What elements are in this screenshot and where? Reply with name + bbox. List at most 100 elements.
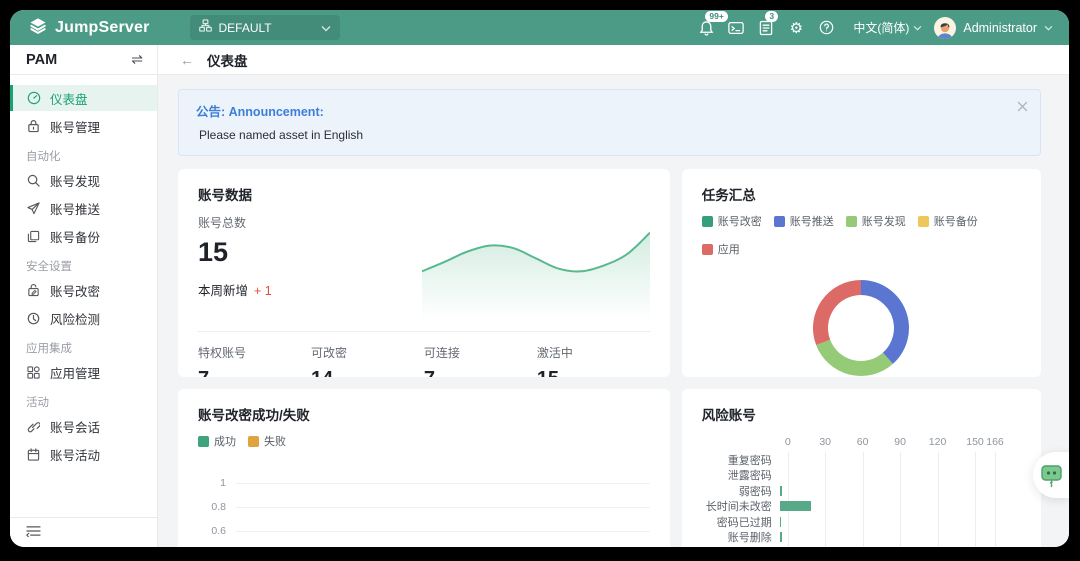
sidebar-section-label: 安全设置 — [10, 251, 157, 275]
weekly-new-delta: + 1 — [254, 284, 272, 298]
x-tick-label: 30 — [819, 436, 831, 448]
risk-bar-track — [780, 501, 995, 511]
sidebar-item-link[interactable]: 账号会话 — [10, 413, 157, 439]
risk-category-label: 长时间未改密 — [702, 498, 780, 514]
stat-label: 特权账号 — [198, 344, 311, 361]
sidebar-item-lock[interactable]: 账号管理 — [10, 113, 157, 139]
sidebar-item-label: 风险检测 — [50, 309, 100, 328]
account-trend-sparkline — [422, 216, 650, 325]
account-stat: 特权账号7 — [198, 344, 311, 377]
gear-icon[interactable]: ⚙ — [783, 15, 809, 41]
avatar — [934, 17, 956, 39]
sidebar-item-calendar[interactable]: 账号活动 — [10, 441, 157, 467]
gridline — [236, 507, 650, 508]
account-stats-row: 特权账号7可改密14可连接 7激活中15 — [198, 344, 650, 377]
gridline — [236, 531, 650, 532]
y-grid-row: 0.8 — [198, 495, 650, 519]
sidebar-item-label: 账号发现 — [50, 171, 100, 190]
jumpserver-logo[interactable]: JumpServer — [28, 15, 150, 40]
legend-swatch — [846, 216, 857, 227]
account-stat: 可改密14 — [311, 344, 424, 377]
announcement-body: Please named asset in English — [196, 128, 1010, 142]
back-arrow-icon[interactable]: ← — [180, 53, 194, 67]
y-tick-label: 1 — [198, 477, 226, 489]
legend-item[interactable]: 成功 — [198, 433, 236, 449]
sidebar-item-label: 应用管理 — [50, 363, 100, 382]
risk-row: 泄露密码 — [702, 468, 1021, 484]
x-tick-label: 90 — [894, 436, 906, 448]
risk-bar-track — [780, 532, 995, 542]
chat-robot-icon — [1040, 462, 1063, 488]
pwd-change-card: 账号改密成功/失败 成功失败 10.80.60.4 — [178, 389, 670, 547]
layers-logo-icon — [28, 15, 48, 40]
legend-item[interactable]: 账号发现 — [846, 213, 906, 229]
legend-label: 账号推送 — [790, 213, 834, 229]
sidebar-item-backup[interactable]: 账号备份 — [10, 223, 157, 249]
sidebar-item-label: 账号改密 — [50, 281, 100, 300]
risk-row: 账号删除 — [702, 530, 1021, 546]
sidebar-item-key-edit[interactable]: 账号改密 — [10, 277, 157, 303]
link-icon — [26, 419, 41, 434]
sidebar-item-apps[interactable]: 应用管理 — [10, 359, 157, 385]
sidebar-item-label: 账号管理 — [50, 117, 100, 136]
legend-item[interactable]: 失败 — [248, 433, 286, 449]
legend-item[interactable]: 应用 — [702, 241, 740, 257]
language-selector[interactable]: 中文(简体) — [853, 19, 922, 36]
sidebar-item-label: 账号推送 — [50, 199, 100, 218]
y-tick-label: 0.8 — [198, 501, 226, 513]
risk-bar-track — [780, 455, 995, 465]
user-menu[interactable]: Administrator — [934, 17, 1053, 39]
page-title: 仪表盘 — [207, 50, 248, 70]
x-tick-label: 120 — [929, 436, 947, 448]
x-tick-label: 166 — [986, 436, 1004, 448]
close-icon[interactable] — [1017, 99, 1029, 111]
legend-label: 成功 — [214, 433, 236, 449]
pwd-change-chart: 10.80.60.4 — [198, 471, 650, 547]
account-total-label: 账号总数 — [198, 214, 272, 231]
switch-view-icon[interactable]: ⇌ — [131, 51, 143, 68]
announcement-banner: 公告: Announcement: Please named asset in … — [178, 89, 1041, 156]
org-selector[interactable]: DEFAULT — [190, 15, 340, 40]
announcement-title: 公告: Announcement: — [196, 101, 1010, 120]
x-tick-label: 150 — [966, 436, 984, 448]
stat-label: 可改密 — [311, 344, 424, 361]
account-stat: 激活中15 — [537, 344, 650, 377]
bell-icon[interactable]: 99+ — [693, 15, 719, 41]
pwd-change-legend: 成功失败 — [198, 433, 650, 449]
risk-category-label: 密钥变更 — [702, 545, 780, 547]
risk-accounts-card: 风险账号 0306090120150166 重复密码泄露密码弱密码长时间未改密密… — [682, 389, 1041, 547]
legend-item[interactable]: 账号推送 — [774, 213, 834, 229]
stat-label: 可连接 — [424, 344, 537, 361]
donut-segment-应用 — [813, 280, 861, 345]
legend-item[interactable]: 账号改密 — [702, 213, 762, 229]
risk-plot: 重复密码泄露密码弱密码长时间未改密密码已过期账号删除密钥变更 — [702, 452, 1021, 547]
sidebar-section-label: 自动化 — [10, 141, 157, 165]
breadcrumb: ← 仪表盘 — [158, 45, 1069, 75]
sidebar-item-risk[interactable]: 风险检测 — [10, 305, 157, 331]
sidebar-section-label: 活动 — [10, 387, 157, 411]
help-icon[interactable] — [813, 15, 839, 41]
apps-icon — [26, 365, 41, 380]
y-tick-label: 0.6 — [198, 525, 226, 537]
legend-swatch — [702, 244, 713, 255]
stat-value: 7 — [424, 368, 537, 377]
app-window: JumpServer DEFAULT 9 — [10, 10, 1069, 547]
sidebar-footer — [10, 517, 157, 547]
sidebar-item-dashboard[interactable]: 仪表盘 — [10, 85, 157, 111]
sidebar-item-search[interactable]: 账号发现 — [10, 167, 157, 193]
legend-swatch — [918, 216, 929, 227]
org-icon — [199, 19, 212, 37]
header-actions: 99+ 3 ⚙ — [693, 15, 1053, 41]
user-name: Administrator — [963, 21, 1037, 35]
ticket-list-icon[interactable]: 3 — [753, 15, 779, 41]
lock-icon — [26, 119, 41, 134]
legend-item[interactable]: 账号备份 — [918, 213, 978, 229]
terminal-icon[interactable] — [723, 15, 749, 41]
logo-text: JumpServer — [55, 19, 150, 37]
collapse-sidebar-icon[interactable] — [26, 524, 41, 542]
account-stat: 可连接 7 — [424, 344, 537, 377]
donut-segment-账号推送 — [861, 280, 909, 364]
top-header: JumpServer DEFAULT 9 — [10, 10, 1069, 45]
sidebar-item-label: 仪表盘 — [50, 89, 88, 108]
sidebar-item-send[interactable]: 账号推送 — [10, 195, 157, 221]
